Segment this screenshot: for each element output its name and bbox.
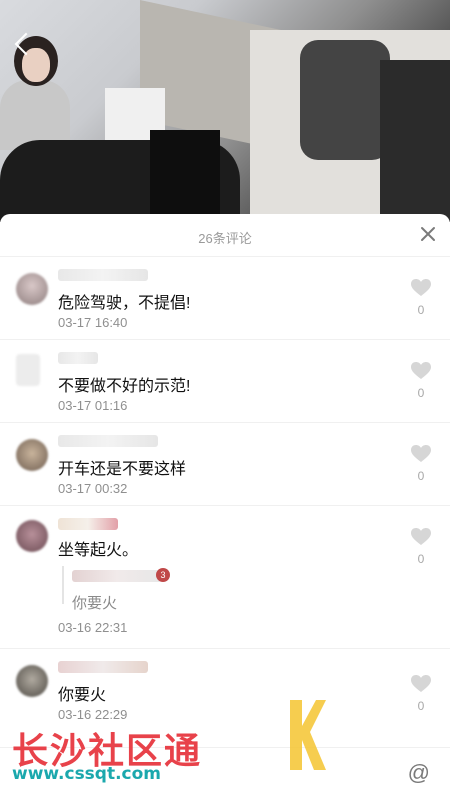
reply-text: 你要火 — [72, 595, 118, 612]
sheet-header: 26条评论 — [0, 214, 450, 256]
at-mention-icon[interactable]: @ — [408, 760, 430, 786]
comment-count-title: 26条评论 — [198, 231, 252, 246]
comment-username[interactable] — [58, 661, 148, 673]
comment-time: 03-16 22:31 — [58, 620, 128, 635]
like-button[interactable]: 0 — [410, 279, 432, 317]
comment-item: 不要做不好的示范! 03-17 01:16 0 — [0, 339, 450, 422]
avatar[interactable] — [16, 665, 48, 697]
video-car-seat — [150, 130, 220, 222]
like-count: 0 — [417, 699, 425, 713]
comment-text: 坐等起火。 — [58, 542, 139, 559]
video-window — [300, 40, 390, 160]
heart-icon — [411, 445, 431, 462]
comment-text: 危险驾驶，不提倡! — [58, 295, 191, 312]
avatar[interactable] — [16, 354, 40, 386]
like-count: 0 — [417, 469, 425, 483]
comment-time: 03-17 00:32 — [58, 481, 128, 496]
comment-text: 不要做不好的示范! — [58, 378, 191, 395]
watermark-logo-icon — [290, 700, 326, 770]
comment-username[interactable] — [58, 518, 118, 530]
like-count: 0 — [417, 303, 425, 317]
like-button[interactable]: 0 — [410, 528, 432, 566]
comment-sheet: 26条评论 危险驾驶，不提倡! 03-17 16:40 0 不要做不好的示范! … — [0, 214, 450, 800]
watermark-url: www.cssqt.com — [12, 764, 162, 784]
like-count: 0 — [417, 386, 425, 400]
avatar[interactable] — [16, 520, 48, 552]
heart-icon — [411, 675, 431, 692]
comment-time: 03-17 16:40 — [58, 315, 128, 330]
comment-username[interactable] — [58, 269, 148, 281]
video-preview[interactable] — [0, 0, 450, 222]
heart-icon — [411, 528, 431, 545]
like-count: 0 — [417, 552, 425, 566]
close-icon[interactable] — [420, 226, 436, 242]
comment-time: 03-16 22:29 — [58, 707, 128, 722]
like-button[interactable]: 0 — [410, 445, 432, 483]
comment-item: 开车还是不要这样 03-17 00:32 0 — [0, 422, 450, 505]
comment-username[interactable] — [58, 435, 158, 447]
comment-time: 03-17 01:16 — [58, 398, 128, 413]
like-button[interactable]: 0 — [410, 362, 432, 400]
video-shadow — [380, 60, 450, 220]
reply-badge: 3 — [156, 568, 170, 582]
reply-preview[interactable]: 3 你要火 — [62, 566, 170, 612]
reply-username[interactable] — [72, 570, 162, 582]
comment-text: 开车还是不要这样 — [58, 461, 187, 478]
avatar[interactable] — [16, 439, 48, 471]
comment-item: 坐等起火。 3 你要火 03-16 22:31 0 — [0, 505, 450, 648]
comment-item: 危险驾驶，不提倡! 03-17 16:40 0 — [0, 256, 450, 339]
comment-text: 你要火 — [58, 687, 107, 704]
heart-icon — [411, 362, 431, 379]
like-button[interactable]: 0 — [410, 675, 432, 713]
avatar[interactable] — [16, 273, 48, 305]
heart-icon — [411, 279, 431, 296]
comment-username[interactable] — [58, 352, 98, 364]
